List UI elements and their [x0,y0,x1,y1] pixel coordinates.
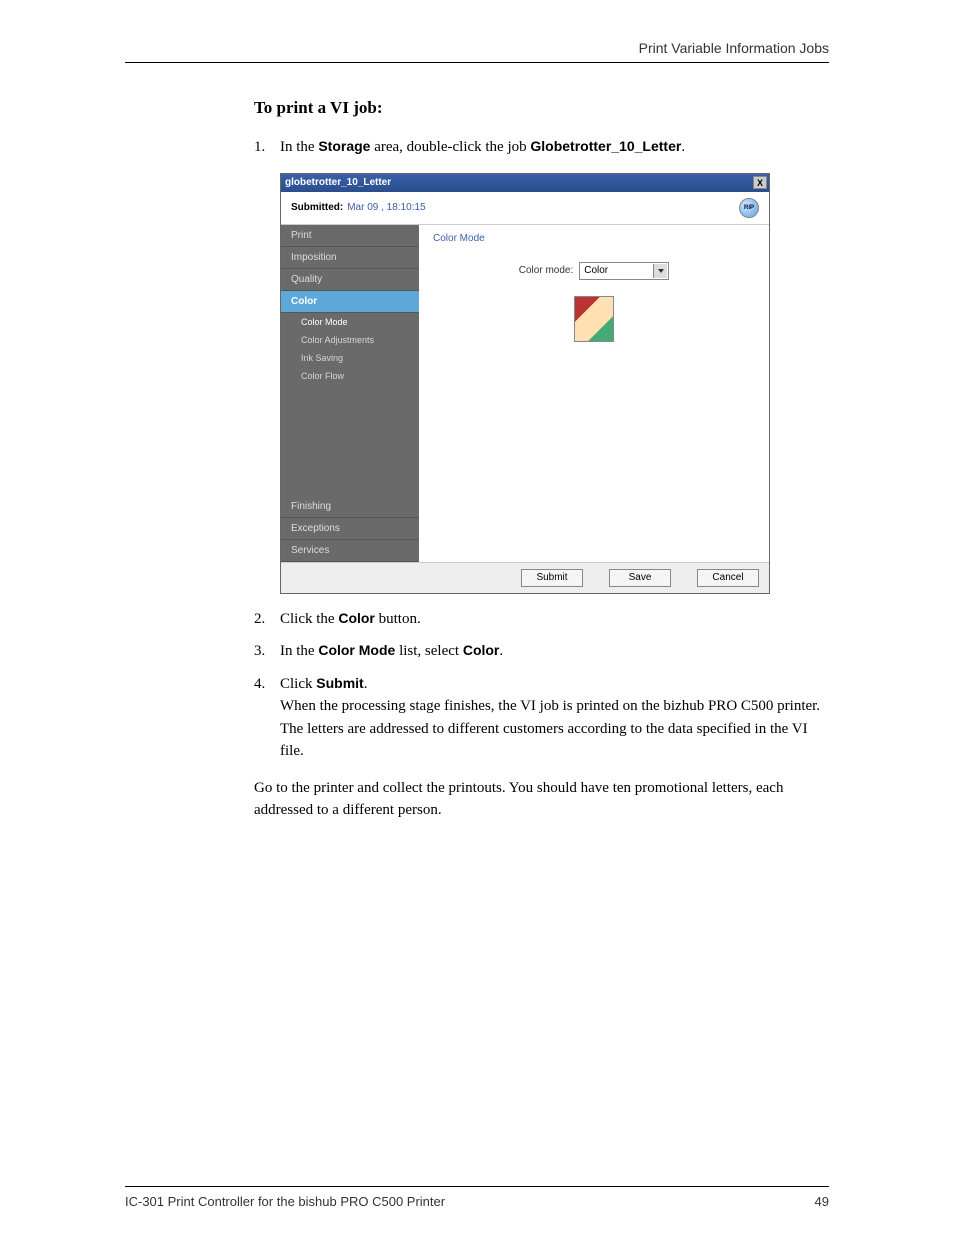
save-button[interactable]: Save [609,569,671,587]
color-mode-row: Color mode: Color [433,262,755,280]
rip-icon: RIP [739,198,759,218]
content-area: To print a VI job: 1. In the Storage are… [254,98,829,822]
text-fragment: . [364,676,368,692]
dialog-title: globetrotter_10_Letter [285,177,391,188]
submitted-label: Submitted: [291,202,343,213]
color-preview-thumbnail [574,296,614,342]
nav-services[interactable]: Services [281,540,419,562]
step-list: 1. In the Storage area, double-click the… [254,136,829,159]
text-fragment: In the [280,643,318,659]
text-fragment: Click the [280,611,338,627]
text-fragment: button. [375,611,421,627]
step-text: In the Color Mode list, select Color. [280,640,829,663]
header-rule [125,62,829,63]
nav-ink-saving[interactable]: Ink Saving [281,349,419,367]
close-button[interactable]: X [753,176,767,189]
section-title: To print a VI job: [254,98,829,118]
step-number: 3. [254,640,280,663]
footer-rule [125,1186,829,1187]
submitted-date: Mar 09 , 18:10:15 [347,202,425,213]
nav-spacer [281,385,419,496]
bold-term: Color [338,610,375,626]
color-mode-value: Color [584,265,608,276]
nav-quality[interactable]: Quality [281,269,419,291]
text-fragment: . [499,643,503,659]
step-text: Click Submit. When the processing stage … [280,673,829,763]
nav-color-adjustments[interactable]: Color Adjustments [281,331,419,349]
running-header: Print Variable Information Jobs [639,40,829,56]
step-3: 3. In the Color Mode list, select Color. [254,640,829,663]
step-1: 1. In the Storage area, double-click the… [254,136,829,159]
text-fragment: area, double-click the job [370,139,530,155]
bold-term: Color [463,642,500,658]
pane-title: Color Mode [433,233,755,244]
page: Print Variable Information Jobs To print… [0,0,954,1235]
nav-color-mode[interactable]: Color Mode [281,313,419,331]
sidebar-nav: Print Imposition Quality Color Color Mod… [281,225,419,562]
dialog-titlebar: globetrotter_10_Letter X [281,174,769,192]
step-text: In the Storage area, double-click the jo… [280,136,829,159]
text-fragment: In the [280,139,318,155]
dialog-subheader: Submitted: Mar 09 , 18:10:15 RIP [281,192,769,224]
step-4: 4. Click Submit. When the processing sta… [254,673,829,763]
job-dialog: globetrotter_10_Letter X Submitted: Mar … [280,173,770,594]
nav-color[interactable]: Color [281,291,419,313]
chevron-down-icon [653,264,667,278]
color-mode-dropdown[interactable]: Color [579,262,669,280]
dialog-body: Print Imposition Quality Color Color Mod… [281,224,769,562]
bold-term: Storage [318,138,370,154]
bold-term: Globetrotter_10_Letter [530,138,681,154]
step-2: 2. Click the Color button. [254,608,829,631]
nav-exceptions[interactable]: Exceptions [281,518,419,540]
text-fragment: Click [280,676,316,692]
nav-finishing[interactable]: Finishing [281,496,419,518]
bold-term: Color Mode [318,642,395,658]
nav-imposition[interactable]: Imposition [281,247,419,269]
dialog-footer: Submit Save Cancel [281,562,769,593]
settings-pane: Color Mode Color mode: Color [419,225,769,562]
step-number: 1. [254,136,280,159]
color-mode-label: Color mode: [519,265,573,276]
closing-paragraph: Go to the printer and collect the printo… [254,777,829,822]
step-body: When the processing stage finishes, the … [280,698,820,759]
bold-term: Submit [316,675,363,691]
step-number: 2. [254,608,280,631]
nav-color-flow[interactable]: Color Flow [281,367,419,385]
page-number: 49 [815,1194,829,1209]
submit-button[interactable]: Submit [521,569,583,587]
step-list-continued: 2. Click the Color button. 3. In the Col… [254,608,829,763]
step-text: Click the Color button. [280,608,829,631]
step-number: 4. [254,673,280,763]
text-fragment: list, select [395,643,463,659]
embedded-screenshot: globetrotter_10_Letter X Submitted: Mar … [280,173,829,594]
nav-print[interactable]: Print [281,225,419,247]
cancel-button[interactable]: Cancel [697,569,759,587]
text-fragment: . [681,139,685,155]
footer-left: IC-301 Print Controller for the bishub P… [125,1194,445,1209]
